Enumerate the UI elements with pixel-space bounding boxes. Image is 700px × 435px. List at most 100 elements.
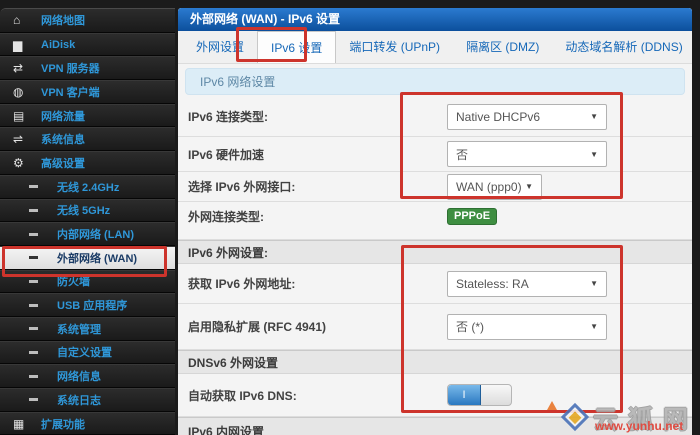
sidebar-item-label: AiDisk	[41, 39, 75, 51]
tab-ddns[interactable]: 动态域名解析 (DDNS)	[552, 31, 692, 63]
pppoe-status-badge: PPPoE	[447, 208, 497, 225]
chevron-down-icon: ▼	[590, 150, 598, 159]
section-header-ipv6-wan: IPv6 外网设置:	[178, 240, 692, 264]
sidebar-item-network-map[interactable]: ⌂ 网络地图	[0, 9, 175, 33]
ipv6-hw-acceleration-select[interactable]: 否 ▼	[447, 141, 607, 167]
tab-dmz[interactable]: 隔离区 (DMZ)	[453, 31, 552, 63]
sidebar-item-label: 外部网络 (WAN)	[57, 250, 137, 266]
field-row-privacy-extension: 启用隐私扩展 (RFC 4941) 否 (*) ▼	[178, 304, 692, 350]
field-row-ipv6-wan-interface: 选择 IPv6 外网接口: WAN (ppp0) ▼	[178, 172, 692, 202]
field-row-wan-connection-type: 外网连接类型: PPPoE	[178, 202, 692, 240]
ipv6-wan-address-select[interactable]: Stateless: RA ▼	[447, 271, 607, 297]
triangle-icon	[547, 401, 557, 410]
field-label: 自动获取 IPv6 DNS:	[188, 387, 447, 404]
sidebar-item-extensions[interactable]: ▦ 扩展功能	[0, 412, 175, 435]
sidebar-item-firewall[interactable]: 防火墙	[0, 270, 175, 294]
dash-icon	[29, 256, 38, 259]
select-value: Native DHCPv6	[456, 110, 540, 124]
sidebar-item-label: USB 应用程序	[57, 297, 127, 313]
watermark-logo-icon	[561, 403, 589, 431]
sidebar-item-custom-settings[interactable]: 自定义设置	[0, 341, 175, 365]
tab-ipv6-settings[interactable]: IPv6 设置	[257, 31, 336, 63]
sidebar-item-usb-apps[interactable]: USB 应用程序	[0, 293, 175, 317]
sidebar-item-label: 系统信息	[41, 131, 85, 147]
main-panel: 外部网络 (WAN) - IPv6 设置 外网设置 IPv6 设置 端口转发 (…	[178, 8, 692, 435]
watermark-url: www.yunhu.net	[595, 419, 683, 433]
toggle-on-segment: I	[448, 385, 481, 405]
sidebar-item-system-admin[interactable]: 系统管理	[0, 317, 175, 341]
sidebar-item-vpn-server[interactable]: ⇄ VPN 服务器	[0, 56, 175, 80]
dash-icon	[29, 304, 38, 307]
sidebar-item-label: VPN 客户端	[41, 84, 100, 100]
wrench-icon: ⚙	[13, 157, 41, 169]
chevron-down-icon: ▼	[590, 279, 598, 288]
tab-bar: 外网设置 IPv6 设置 端口转发 (UPnP) 隔离区 (DMZ) 动态域名解…	[178, 31, 692, 64]
field-label: IPv6 硬件加速	[188, 146, 447, 163]
sidebar-item-label: 内部网络 (LAN)	[57, 226, 134, 242]
sidebar-item-advanced-settings[interactable]: ⚙ 高级设置	[0, 151, 175, 175]
auto-ipv6-dns-toggle[interactable]: I	[447, 384, 512, 406]
dash-icon	[29, 185, 38, 188]
sidebar-item-system-log[interactable]: 系统日志	[0, 388, 175, 412]
sidebar-item-label: 自定义设置	[57, 344, 112, 360]
field-label: IPv6 连接类型:	[188, 108, 447, 125]
sidebar-item-wireless-24ghz[interactable]: 无线 2.4GHz	[0, 175, 175, 199]
sidebar-item-label: 网络信息	[57, 368, 101, 384]
disk-icon: ▆	[13, 39, 41, 51]
privacy-extension-select[interactable]: 否 (*) ▼	[447, 314, 607, 340]
tab-port-forwarding-upnp[interactable]: 端口转发 (UPnP)	[336, 31, 453, 63]
field-label: 启用隐私扩展 (RFC 4941)	[188, 318, 447, 335]
sidebar-item-wan[interactable]: 外部网络 (WAN)	[0, 246, 175, 270]
section-header-dnsv6-wan: DNSv6 外网设置	[178, 350, 692, 374]
field-row-ipv6-connection-type: IPv6 连接类型: Native DHCPv6 ▼	[178, 97, 692, 137]
field-label: 外网连接类型:	[188, 208, 447, 225]
section-banner-ipv6-network: IPv6 网络设置	[185, 68, 685, 95]
sidebar-item-label: 无线 2.4GHz	[57, 179, 119, 195]
sidebar-item-system-info[interactable]: ⇌ 系统信息	[0, 127, 175, 151]
dash-icon	[29, 398, 38, 401]
dash-icon	[29, 375, 38, 378]
globe-icon: ◍	[13, 86, 41, 98]
watermark: 云狐网 www.yunhu.net	[559, 407, 698, 433]
field-label: 获取 IPv6 外网地址:	[188, 275, 447, 292]
chevron-down-icon: ▼	[590, 322, 598, 331]
chevron-down-icon: ▼	[525, 182, 533, 191]
sidebar-item-lan[interactable]: 内部网络 (LAN)	[0, 222, 175, 246]
page-title: 外部网络 (WAN) - IPv6 设置	[178, 8, 692, 31]
settings-content: IPv6 网络设置 IPv6 连接类型: Native DHCPv6 ▼ IPv…	[178, 64, 692, 435]
sidebar-item-label: 系统日志	[57, 392, 101, 408]
sidebar-item-label: 防火墙	[57, 273, 90, 289]
ipv6-connection-type-select[interactable]: Native DHCPv6 ▼	[447, 104, 607, 130]
dash-icon	[29, 327, 38, 330]
sidebar-item-label: 网络流量	[41, 108, 85, 124]
select-value: WAN (ppp0)	[456, 180, 522, 194]
field-row-ipv6-hw-acceleration: IPv6 硬件加速 否 ▼	[178, 137, 692, 172]
tab-wan-settings[interactable]: 外网设置	[183, 31, 257, 63]
shuffle-icon: ⇌	[13, 133, 41, 145]
sidebar-item-vpn-client[interactable]: ◍ VPN 客户端	[0, 80, 175, 104]
dash-icon	[29, 351, 38, 354]
sidebar-item-label: 高级设置	[41, 155, 85, 171]
ipv6-wan-interface-select[interactable]: WAN (ppp0) ▼	[447, 174, 542, 200]
sidebar-item-label: 网络地图	[41, 12, 85, 28]
sidebar-item-label: 系统管理	[57, 321, 101, 337]
sidebar-item-traffic[interactable]: ▤ 网络流量	[0, 104, 175, 128]
sidebar-item-network-info[interactable]: 网络信息	[0, 364, 175, 388]
dash-icon	[29, 233, 38, 236]
dash-icon	[29, 280, 38, 283]
select-value: 否	[456, 146, 468, 163]
sidebar-item-label: VPN 服务器	[41, 60, 100, 76]
grid-icon: ▦	[13, 418, 41, 430]
field-row-ipv6-wan-address: 获取 IPv6 外网地址: Stateless: RA ▼	[178, 264, 692, 304]
sidebar-item-label: 扩展功能	[41, 416, 85, 432]
sidebar: ⌂ 网络地图 ▆ AiDisk ⇄ VPN 服务器 ◍ VPN 客户端 ▤ 网络…	[0, 8, 175, 435]
home-icon: ⌂	[13, 14, 41, 26]
sidebar-item-label: 无线 5GHz	[57, 202, 110, 218]
watermark-logo-inner	[569, 411, 582, 424]
select-value: 否 (*)	[456, 318, 484, 335]
bars-icon: ▤	[13, 110, 41, 122]
select-value: Stateless: RA	[456, 277, 529, 291]
dash-icon	[29, 209, 38, 212]
sidebar-item-wireless-5ghz[interactable]: 无线 5GHz	[0, 199, 175, 223]
sidebar-item-aidisk[interactable]: ▆ AiDisk	[0, 33, 175, 57]
